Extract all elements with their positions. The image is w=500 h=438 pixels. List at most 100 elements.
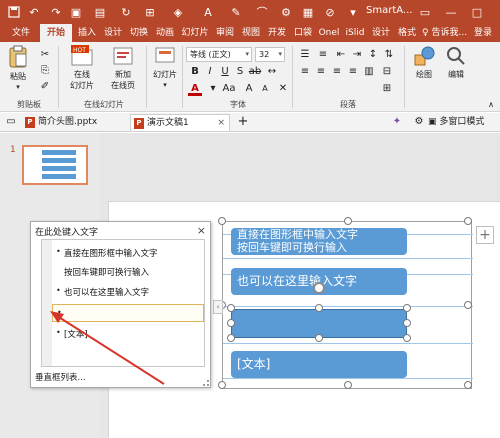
multi-window-mode-button[interactable]: ▣ 多窗口模式 xyxy=(428,113,484,131)
font-color-icon[interactable]: A xyxy=(188,82,202,96)
shape-handle[interactable] xyxy=(315,304,323,312)
numbering-icon[interactable]: ≡ xyxy=(316,48,330,62)
font-color-icon[interactable]: A xyxy=(200,3,216,21)
tell-me-box[interactable]: ♀ 告诉我... xyxy=(422,24,467,42)
present-icon[interactable]: ▣ xyxy=(68,3,84,21)
rotate-handle-icon[interactable] xyxy=(313,282,325,294)
shadow-icon[interactable]: S xyxy=(233,65,247,79)
new-tab-button[interactable]: + xyxy=(236,115,250,129)
tab-pocket[interactable]: 口袋 xyxy=(290,24,316,42)
shape-handle[interactable] xyxy=(403,319,411,327)
text-pane-scrollbar[interactable] xyxy=(42,240,52,366)
bullets-icon[interactable]: ☰ xyxy=(298,48,312,62)
tab-slideshow[interactable]: 幻灯片 xyxy=(178,24,212,42)
tab-view[interactable]: 视图 xyxy=(238,24,264,42)
shape-handle[interactable] xyxy=(315,334,323,342)
line-spacing-icon[interactable]: ↕ xyxy=(366,48,380,62)
slide-thumbnail[interactable] xyxy=(22,145,88,185)
tab-islide[interactable]: iSlid xyxy=(342,24,368,42)
customize-qat-icon[interactable]: ▾ xyxy=(346,3,360,21)
shape-handle[interactable] xyxy=(403,334,411,342)
editing-button[interactable]: 编辑 xyxy=(442,45,470,80)
new-online-page-button[interactable]: 新加 在线页 xyxy=(104,45,142,91)
shrink-font-icon[interactable]: A xyxy=(258,82,272,96)
format-painter-icon[interactable]: ✐ xyxy=(38,80,52,94)
text-pane-active-item[interactable]: • xyxy=(52,304,204,322)
tab-format[interactable]: 格式 xyxy=(394,24,420,42)
tab-home[interactable]: 开始 xyxy=(40,24,72,42)
cut-icon[interactable]: ✂ xyxy=(38,48,52,62)
font-name-combo[interactable]: 等线 (正文) ▾ xyxy=(186,47,252,62)
text-direction-icon[interactable]: ⇅ xyxy=(382,48,396,62)
pen-icon[interactable]: ✎ xyxy=(228,3,244,21)
align-text-icon[interactable]: ⊟ xyxy=(380,65,394,79)
shape-handle[interactable] xyxy=(227,319,235,327)
lasso-icon[interactable]: ⌒ xyxy=(254,3,270,21)
copy-icon[interactable]: ⎘ xyxy=(38,64,52,78)
grow-font-icon[interactable]: A xyxy=(242,82,256,96)
convert-smartart-icon[interactable]: ⊞ xyxy=(380,82,394,96)
resize-grip-icon[interactable] xyxy=(203,380,209,386)
slash-icon[interactable]: ⊘ xyxy=(322,3,338,21)
redo-icon[interactable]: ↷ xyxy=(48,3,64,21)
shape-handle[interactable] xyxy=(403,304,411,312)
minimize-icon[interactable]: — xyxy=(438,0,464,24)
font-color-dropdown-icon[interactable]: ▾ xyxy=(206,82,220,96)
char-spacing-icon[interactable]: ↔ xyxy=(265,65,279,79)
change-case-icon[interactable]: Aa xyxy=(222,82,236,96)
distribute-icon[interactable]: ▥ xyxy=(362,65,376,79)
table-icon[interactable]: ⊞ xyxy=(142,3,158,21)
align-left-icon[interactable]: ≡ xyxy=(298,65,312,79)
bold-icon[interactable]: B xyxy=(188,65,202,79)
online-slides-button[interactable]: HOT 在线 幻灯片 xyxy=(64,45,100,91)
tab-insert[interactable]: 插入 xyxy=(74,24,100,42)
align-center-icon[interactable]: ≡ xyxy=(314,65,328,79)
tab-animations[interactable]: 动画 xyxy=(152,24,178,42)
redo-alt-icon[interactable]: ↻ xyxy=(118,3,134,21)
paste-button[interactable]: 粘贴 ▾ xyxy=(4,45,32,91)
resize-handle[interactable] xyxy=(464,381,472,389)
shape-handle[interactable] xyxy=(227,304,235,312)
settings-gear-icon[interactable]: ⚙ xyxy=(412,115,426,129)
text-pane-item[interactable]: [文本] xyxy=(64,328,88,340)
smartart-frame[interactable]: 直接在图形框中输入文字 按回车键即可换行输入 也可以在这里输入文字 [文本] xyxy=(218,217,473,389)
tab-developer[interactable]: 开发 xyxy=(264,24,290,42)
drawing-button[interactable]: 绘图 xyxy=(410,45,438,80)
tab-transitions[interactable]: 切换 xyxy=(126,24,152,42)
text-pane-item[interactable]: 直接在图形框中输入文字 xyxy=(64,247,158,259)
text-pane-toggle-icon[interactable]: ‹ xyxy=(213,300,223,314)
strikethrough-icon[interactable]: ab xyxy=(248,65,262,79)
underline-icon[interactable]: U xyxy=(218,65,232,79)
text-pane-list[interactable]: • 直接在图形框中输入文字 按回车键即可换行输入 • 也可以在这里输入文字 • … xyxy=(41,239,205,367)
tab-review[interactable]: 审阅 xyxy=(212,24,238,42)
resize-handle[interactable] xyxy=(464,217,472,225)
align-right-icon[interactable]: ≡ xyxy=(330,65,344,79)
italic-icon[interactable]: I xyxy=(203,65,217,79)
resize-handle[interactable] xyxy=(218,217,226,225)
smartart-box-4[interactable]: [文本] xyxy=(231,351,407,378)
document-list-icon[interactable]: ▭ xyxy=(4,115,18,129)
text-pane-item[interactable]: 按回车键即可换行输入 xyxy=(64,266,149,278)
tab-smartart-design[interactable]: 设计 xyxy=(368,24,394,42)
fill-color-icon[interactable]: ◈ xyxy=(170,3,186,21)
settings-icon[interactable]: ⚙ xyxy=(278,3,294,21)
justify-icon[interactable]: ≡ xyxy=(346,65,360,79)
save-icon[interactable] xyxy=(6,3,22,21)
text-pane-item[interactable]: 也可以在这里输入文字 xyxy=(64,286,149,298)
resize-handle[interactable] xyxy=(218,381,226,389)
tab-file[interactable]: 文件 xyxy=(4,24,38,42)
tab-design[interactable]: 设计 xyxy=(100,24,126,42)
smartart-box-1[interactable]: 直接在图形框中输入文字 按回车键即可换行输入 xyxy=(231,228,407,255)
close-tab-icon[interactable]: × xyxy=(217,115,225,132)
collapse-ribbon-icon[interactable]: ∧ xyxy=(484,98,498,112)
resize-handle[interactable] xyxy=(344,381,352,389)
resize-handle[interactable] xyxy=(344,217,352,225)
slides-button[interactable]: 幻灯片 ▾ xyxy=(148,45,182,89)
undo-icon[interactable]: ↶ xyxy=(26,3,42,21)
resize-handle[interactable] xyxy=(464,301,472,309)
magic-wand-icon[interactable]: ✦ xyxy=(390,115,404,129)
picture-icon[interactable]: ▤ xyxy=(92,3,108,21)
decrease-indent-icon[interactable]: ⇤ xyxy=(334,48,348,62)
increase-indent-icon[interactable]: ⇥ xyxy=(350,48,364,62)
clear-format-icon[interactable]: ✕ xyxy=(276,82,290,96)
